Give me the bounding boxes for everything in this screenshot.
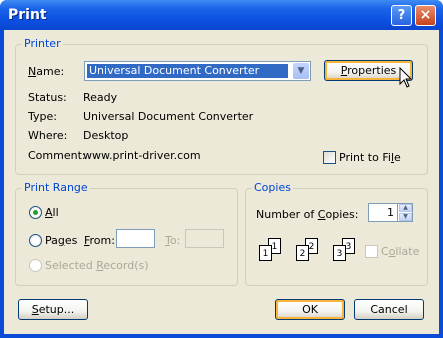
title-bar[interactable]: Print ? × xyxy=(0,0,443,30)
spin-up-icon[interactable]: ▲ xyxy=(399,204,412,212)
from-input[interactable] xyxy=(116,229,155,248)
spin-down-icon[interactable]: ▼ xyxy=(399,213,412,221)
print-to-file-checkbox[interactable] xyxy=(323,151,336,164)
ok-button[interactable]: OK xyxy=(275,299,345,320)
print-range-group-title: Print Range xyxy=(22,181,90,194)
status-label: Status: xyxy=(28,91,67,104)
type-label: Type: xyxy=(28,110,57,123)
selected-records-radio[interactable] xyxy=(29,259,42,272)
printer-group-title: Printer xyxy=(22,37,63,50)
chevron-down-icon[interactable]: ▼ xyxy=(293,63,309,79)
comment-label: Comment: xyxy=(28,149,86,162)
collate-label[interactable]: Collate xyxy=(381,245,419,258)
print-dialog: Print ? × Printer Name: Universal Docume… xyxy=(0,0,443,338)
where-label: Where: xyxy=(28,129,68,142)
copies-group-title: Copies xyxy=(252,181,293,194)
collate-page: 3 xyxy=(333,245,346,261)
pages-radio[interactable] xyxy=(29,234,42,247)
to-label: To: xyxy=(165,234,181,247)
cancel-button[interactable]: Cancel xyxy=(354,299,424,320)
copies-input[interactable]: 1 xyxy=(368,203,398,222)
pages-label[interactable]: Pages xyxy=(45,234,77,247)
setup-button[interactable]: Setup... xyxy=(18,299,88,320)
name-label: Name: xyxy=(28,65,65,78)
dialog-body: Printer Name: Universal Document Convert… xyxy=(4,30,439,334)
comment-value: www.print-driver.com xyxy=(83,149,201,162)
all-radio[interactable] xyxy=(29,206,42,219)
to-input[interactable] xyxy=(185,229,224,248)
collate-checkbox[interactable] xyxy=(365,245,378,258)
all-label[interactable]: All xyxy=(45,206,59,219)
window-title: Print xyxy=(8,7,47,23)
printer-name-dropdown[interactable]: Universal Document Converter ▼ xyxy=(84,61,311,81)
mouse-cursor-icon xyxy=(399,67,413,88)
printer-name-value: Universal Document Converter xyxy=(87,64,288,78)
help-icon[interactable]: ? xyxy=(391,5,412,26)
collate-page: 2 xyxy=(296,245,309,261)
print-to-file-label[interactable]: Print to File xyxy=(339,151,401,164)
type-value: Universal Document Converter xyxy=(83,110,254,123)
selected-records-label[interactable]: Selected Record(s) xyxy=(45,259,149,272)
collate-page: 1 xyxy=(259,245,272,261)
copies-spinner[interactable]: ▲ ▼ xyxy=(398,203,413,222)
close-icon[interactable]: × xyxy=(415,5,436,26)
status-value: Ready xyxy=(83,91,118,104)
radio-selected-dot xyxy=(33,210,38,215)
where-value: Desktop xyxy=(83,129,129,142)
from-label: From: xyxy=(84,234,115,247)
number-of-copies-label: Number of Copies: xyxy=(256,208,359,221)
